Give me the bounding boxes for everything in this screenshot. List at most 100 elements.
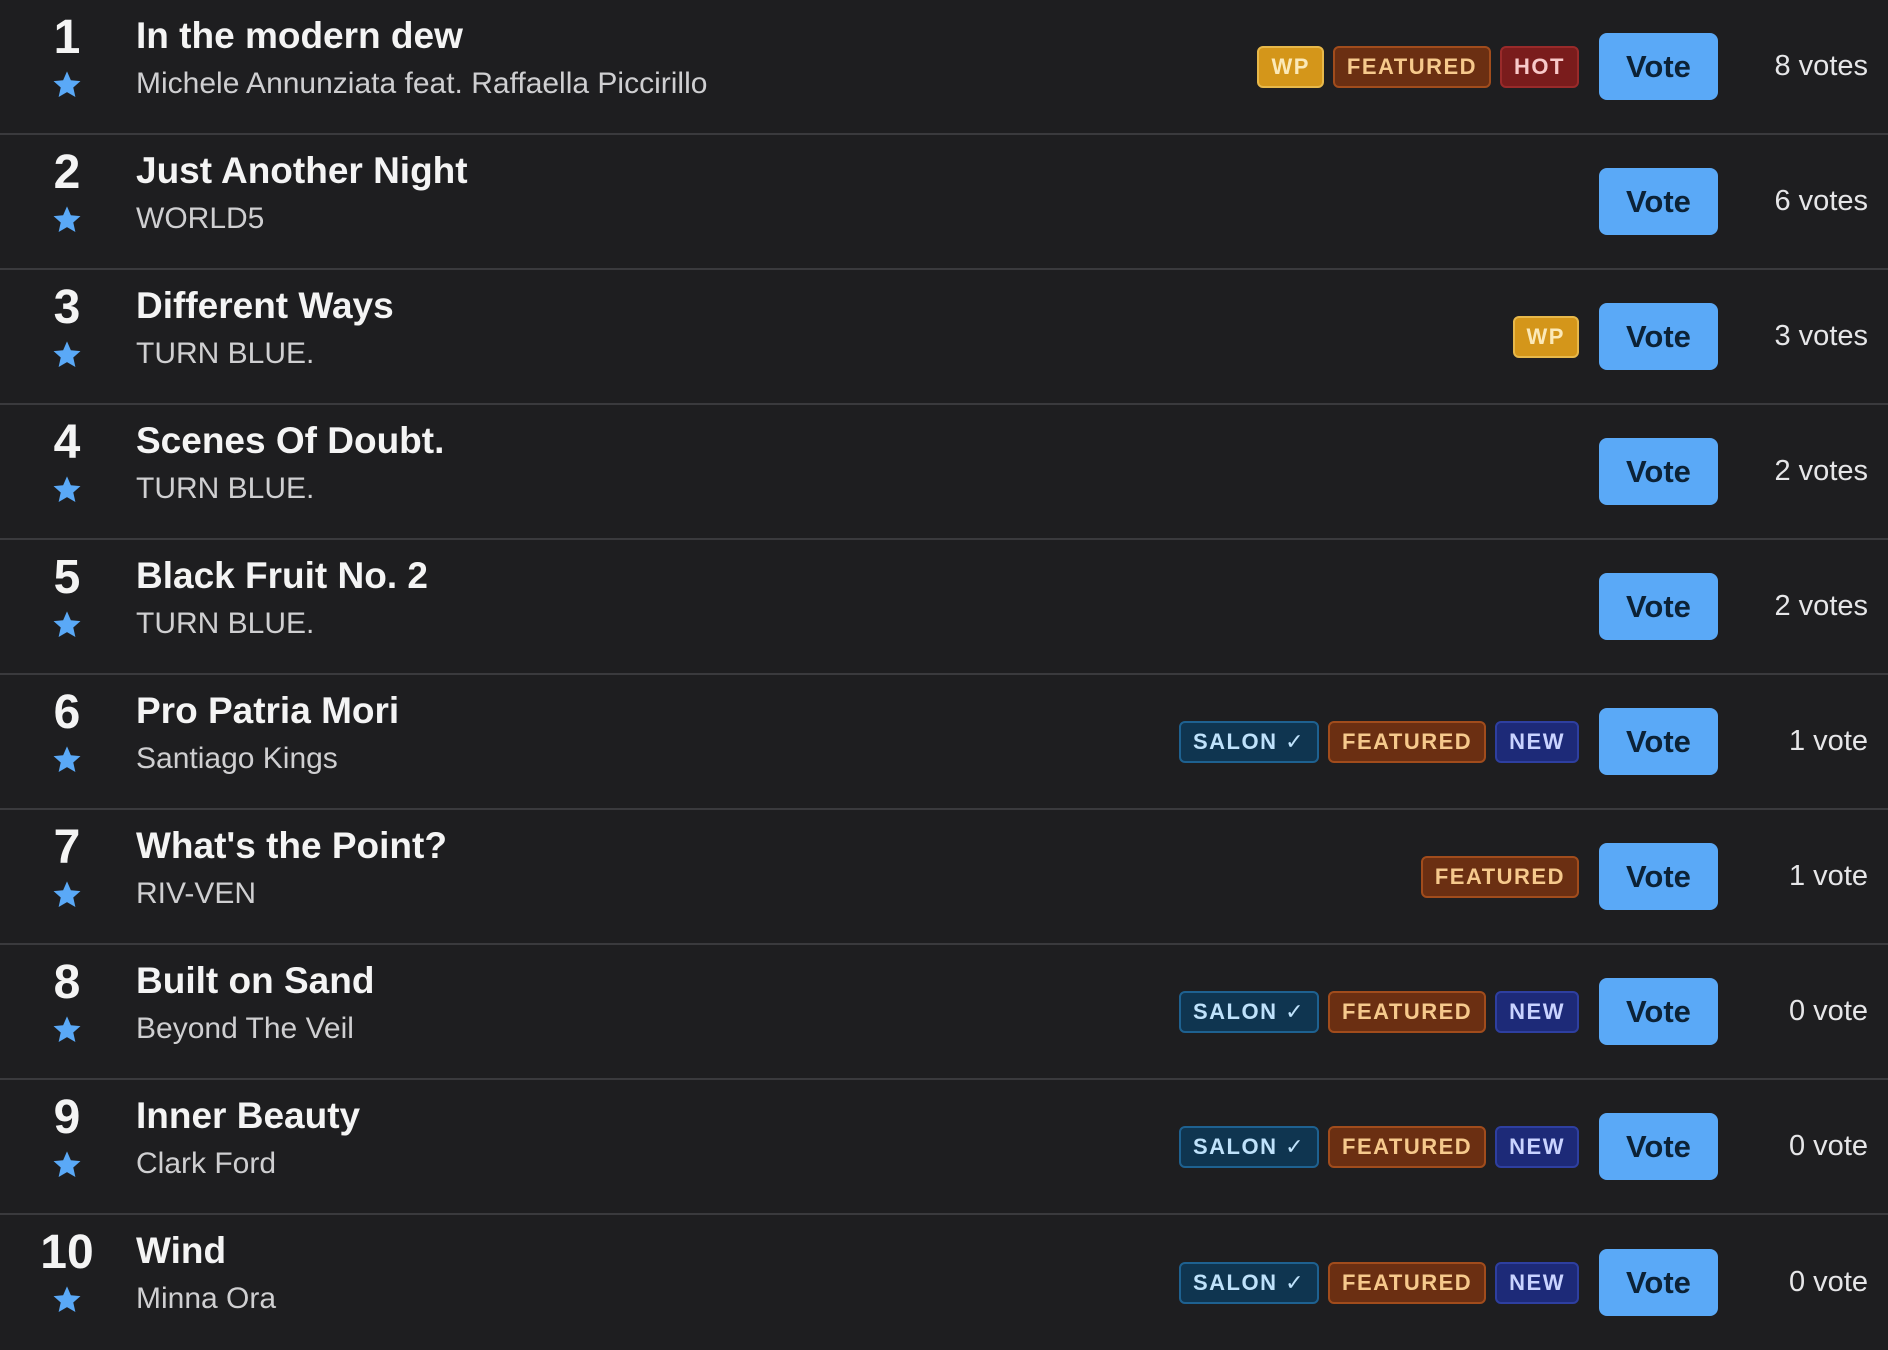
track-row-2: 2 Just Another Night WORLD5 Vote 6 votes — [0, 135, 1888, 270]
badge-group: SALON ✓ FEATURED NEW — [1178, 990, 1579, 1033]
vote-button[interactable]: Vote — [1599, 978, 1718, 1045]
featured-badge: FEATURED — [1332, 45, 1492, 88]
salon-badge: SALON ✓ — [1178, 990, 1320, 1033]
featured-badge: FEATURED — [1328, 990, 1487, 1033]
rank-column: 3 — [0, 270, 134, 403]
vote-count: 0 vote — [1789, 1130, 1868, 1162]
track-title[interactable]: Pro Patria Mori — [136, 689, 399, 733]
vote-count: 3 votes — [1774, 320, 1869, 352]
star-icon[interactable] — [51, 1149, 83, 1181]
star-icon[interactable] — [51, 339, 83, 371]
track-row-5: 5 Black Fruit No. 2 TURN BLUE. Vote 2 vo… — [0, 540, 1888, 675]
track-actions: SALON ✓ FEATURED NEW Vote 1 vote — [1178, 675, 1868, 808]
track-actions: WP Vote 3 votes — [1512, 270, 1869, 403]
track-row-4: 4 Scenes Of Doubt. TURN BLUE. Vote 2 vot… — [0, 405, 1888, 540]
featured-badge: FEATURED — [1420, 855, 1579, 898]
track-actions: SALON ✓ FEATURED NEW Vote 0 vote — [1178, 945, 1868, 1078]
rank-number: 9 — [53, 1091, 81, 1144]
badge-group: SALON ✓ FEATURED NEW — [1178, 1125, 1579, 1168]
track-list: 1 In the modern dew Michele Annunziata f… — [0, 0, 1888, 1350]
track-title[interactable]: In the modern dew — [136, 14, 707, 58]
rank-number: 2 — [53, 146, 81, 199]
badge-group: FEATURED — [1420, 855, 1579, 898]
badge-group: SALON ✓ FEATURED NEW — [1178, 720, 1579, 763]
track-info: Just Another Night WORLD5 — [136, 149, 468, 237]
track-actions: WP FEATURED HOT Vote 8 votes — [1257, 0, 1868, 133]
star-icon[interactable] — [51, 879, 83, 911]
track-title[interactable]: Scenes Of Doubt. — [136, 419, 444, 463]
track-artist[interactable]: Michele Annunziata feat. Raffaella Picci… — [136, 66, 707, 102]
track-title[interactable]: Wind — [136, 1229, 276, 1273]
badge-group: WP FEATURED HOT — [1257, 45, 1579, 88]
rank-number: 5 — [53, 551, 81, 604]
rank-number: 10 — [40, 1226, 94, 1279]
featured-badge: FEATURED — [1328, 1125, 1487, 1168]
new-badge: NEW — [1495, 990, 1579, 1033]
star-icon[interactable] — [51, 1284, 83, 1316]
track-info: In the modern dew Michele Annunziata fea… — [136, 14, 707, 102]
track-artist[interactable]: WORLD5 — [136, 201, 468, 237]
rank-number: 6 — [53, 686, 81, 739]
track-title[interactable]: What's the Point? — [136, 824, 447, 868]
track-title[interactable]: Built on Sand — [136, 959, 374, 1003]
track-info: Inner Beauty Clark Ford — [136, 1094, 360, 1182]
rank-number: 7 — [53, 821, 81, 874]
vote-button[interactable]: Vote — [1599, 438, 1718, 505]
track-artist[interactable]: TURN BLUE. — [136, 606, 428, 642]
track-actions: Vote 2 votes — [1599, 405, 1868, 538]
vote-button[interactable]: Vote — [1599, 708, 1718, 775]
track-actions: FEATURED Vote 1 vote — [1420, 810, 1868, 943]
new-badge: NEW — [1495, 1125, 1579, 1168]
track-row-7: 7 What's the Point? RIV-VEN FEATURED Vot… — [0, 810, 1888, 945]
star-icon[interactable] — [51, 744, 83, 776]
track-artist[interactable]: RIV-VEN — [136, 876, 447, 912]
track-info: Scenes Of Doubt. TURN BLUE. — [136, 419, 444, 507]
star-icon[interactable] — [51, 1014, 83, 1046]
vote-count: 0 vote — [1789, 995, 1868, 1027]
star-icon[interactable] — [51, 474, 83, 506]
star-icon[interactable] — [51, 609, 83, 641]
track-actions: SALON ✓ FEATURED NEW Vote 0 vote — [1178, 1080, 1868, 1213]
salon-badge: SALON ✓ — [1178, 720, 1320, 763]
vote-count: 2 votes — [1774, 590, 1869, 622]
track-info: Different Ways TURN BLUE. — [136, 284, 394, 372]
vote-count: 1 vote — [1789, 860, 1868, 892]
salon-badge: SALON ✓ — [1178, 1261, 1320, 1304]
star-icon[interactable] — [51, 204, 83, 236]
wp-badge: WP — [1257, 45, 1324, 88]
track-info: Wind Minna Ora — [136, 1229, 276, 1317]
vote-button[interactable]: Vote — [1599, 573, 1718, 640]
track-artist[interactable]: Beyond The Veil — [136, 1011, 374, 1047]
rank-column: 1 — [0, 0, 134, 133]
rank-column: 7 — [0, 810, 134, 943]
vote-button[interactable]: Vote — [1599, 1113, 1718, 1180]
track-artist[interactable]: Santiago Kings — [136, 741, 399, 777]
vote-button[interactable]: Vote — [1599, 1249, 1718, 1316]
track-title[interactable]: Just Another Night — [136, 149, 468, 193]
vote-button[interactable]: Vote — [1599, 33, 1718, 100]
featured-badge: FEATURED — [1328, 1261, 1487, 1304]
track-title[interactable]: Inner Beauty — [136, 1094, 360, 1138]
vote-button[interactable]: Vote — [1599, 168, 1718, 235]
star-icon[interactable] — [51, 69, 83, 101]
badge-group: SALON ✓ FEATURED NEW — [1178, 1261, 1579, 1304]
new-badge: NEW — [1495, 720, 1579, 763]
track-title[interactable]: Black Fruit No. 2 — [136, 554, 428, 598]
track-artist[interactable]: Clark Ford — [136, 1146, 360, 1182]
vote-button[interactable]: Vote — [1599, 843, 1718, 910]
track-artist[interactable]: Minna Ora — [136, 1281, 276, 1317]
track-artist[interactable]: TURN BLUE. — [136, 471, 444, 507]
track-row-9: 9 Inner Beauty Clark Ford SALON ✓ FEATURE… — [0, 1080, 1888, 1215]
vote-count: 2 votes — [1774, 455, 1869, 487]
wp-badge: WP — [1512, 315, 1579, 358]
vote-count: 8 votes — [1774, 50, 1869, 82]
track-row-6: 6 Pro Patria Mori Santiago Kings SALON ✓… — [0, 675, 1888, 810]
vote-count: 0 vote — [1789, 1266, 1868, 1298]
track-title[interactable]: Different Ways — [136, 284, 394, 328]
new-badge: NEW — [1495, 1261, 1579, 1304]
vote-button[interactable]: Vote — [1599, 303, 1718, 370]
featured-badge: FEATURED — [1328, 720, 1487, 763]
track-info: Black Fruit No. 2 TURN BLUE. — [136, 554, 428, 642]
track-artist[interactable]: TURN BLUE. — [136, 336, 394, 372]
rank-column: 9 — [0, 1080, 134, 1213]
